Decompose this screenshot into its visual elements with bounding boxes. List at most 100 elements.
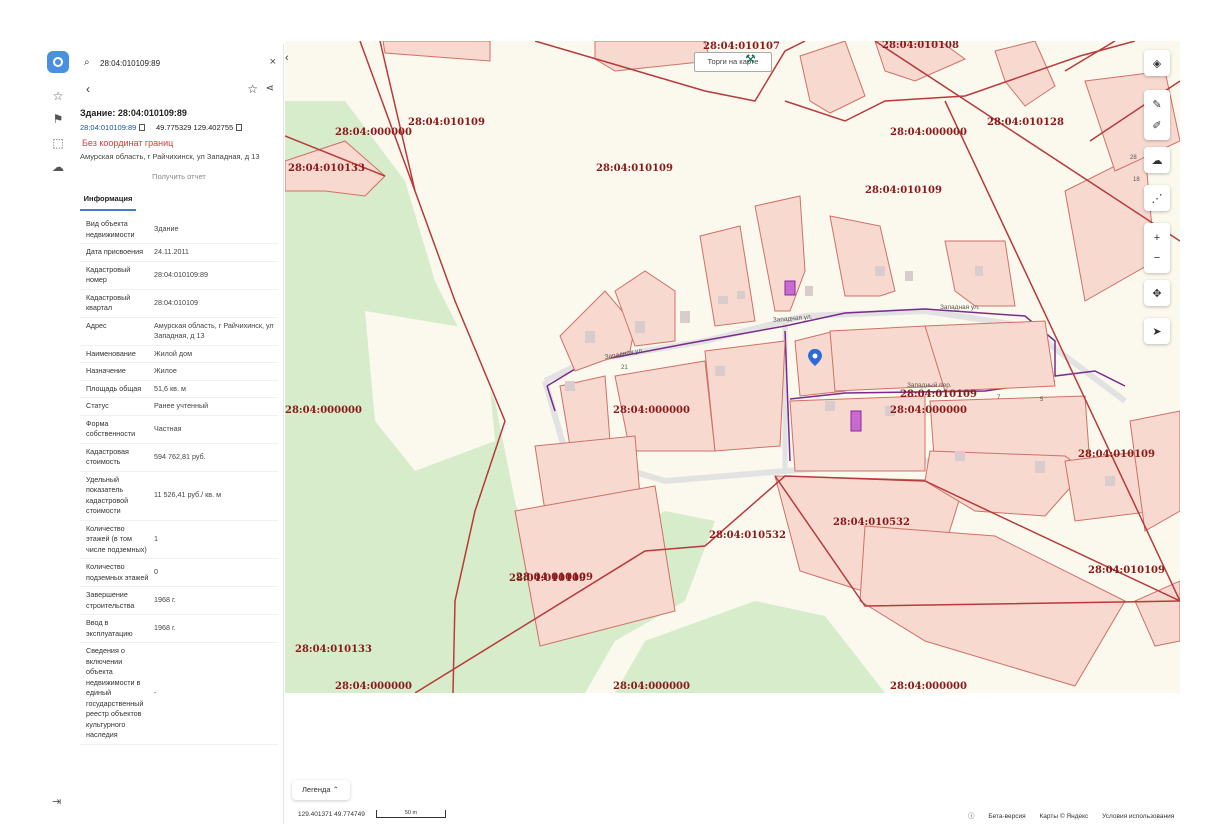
- maps-credit[interactable]: Карты © Яндекс: [1039, 813, 1088, 820]
- property-row: Сведения о включении объекта недвижимост…: [80, 643, 278, 745]
- search-value: 28:04:010109:89: [100, 59, 161, 68]
- flag-icon[interactable]: ⚑: [50, 111, 66, 127]
- property-row: Адрес Амурская область, г Райчихинск, ул …: [80, 318, 278, 346]
- property-key: Удельный показатель кадастровой стоимост…: [86, 474, 129, 516]
- property-key: Количество этажей (в том числе подземных…: [86, 523, 147, 554]
- property-value: 594 762,81 руб.: [154, 451, 206, 461]
- street-label: Западная ул.: [773, 314, 813, 324]
- property-value: Здание: [154, 224, 179, 234]
- back-icon[interactable]: ‹: [86, 82, 90, 96]
- property-row: Площадь общая 51,6 кв. м: [80, 381, 278, 398]
- scale-bar: 50 m: [376, 810, 446, 818]
- property-key: Вид объекта недвижимости: [86, 219, 135, 239]
- select-area-icon[interactable]: ⬚: [50, 135, 66, 151]
- property-row: Количество этажей (в том числе подземных…: [80, 521, 278, 559]
- panel-header: ‹ ☆ ⋖: [82, 82, 276, 98]
- cadastral-number-label: 28:04:010128: [987, 117, 1064, 128]
- property-value: 1968 г.: [154, 623, 176, 633]
- property-value: -: [154, 688, 157, 697]
- property-value: 28:04:010109:89: [154, 269, 208, 279]
- cadastral-number-label: 28:04:010109: [408, 117, 485, 128]
- house-number: 18: [1133, 177, 1140, 183]
- ruler-icon[interactable]: ✎: [1152, 98, 1161, 111]
- get-report-button[interactable]: Получить отчет: [74, 172, 283, 181]
- property-key: Кадастровый квартал: [86, 292, 131, 313]
- cadastral-number-label: 28:04:010109: [1078, 449, 1155, 460]
- property-row: Удельный показатель кадастровой стоимост…: [80, 472, 278, 521]
- zoom-out-icon[interactable]: −: [1154, 252, 1160, 264]
- zoom-in-icon[interactable]: +: [1154, 232, 1160, 244]
- property-value: 1: [154, 534, 158, 543]
- copy-icon[interactable]: [139, 124, 146, 131]
- property-key: Форма собственности: [86, 418, 136, 439]
- cadastral-number-label: 28:04:010109: [865, 185, 942, 196]
- building-marker[interactable]: [850, 410, 862, 432]
- cadastral-number-label: 28:04:000000: [285, 405, 362, 416]
- property-key: Завершение строительства: [86, 590, 135, 610]
- terms-link[interactable]: Условия использования: [1102, 813, 1174, 820]
- collapse-panel-icon[interactable]: ‹: [285, 52, 295, 68]
- object-ids: 28:04:010109:89 49.775329 129.402755: [80, 123, 243, 132]
- layers-icon[interactable]: ◈: [1144, 50, 1170, 76]
- cloud-icon[interactable]: ☁: [50, 159, 66, 175]
- copy-coords-icon[interactable]: [236, 124, 243, 131]
- property-value: Частная: [154, 423, 182, 433]
- app-logo[interactable]: [47, 51, 69, 73]
- legend-button[interactable]: Легенда ⌃: [292, 780, 350, 800]
- property-row: Кадастровый квартал 28:04:010109: [80, 290, 278, 318]
- property-row: Количество подземных этажей 0: [80, 559, 278, 587]
- cadastral-number-label: 28:04:010107: [703, 41, 780, 52]
- cursor-coordinates: 129.401371 49.774749: [298, 811, 365, 818]
- cadastral-number-label: 28:04:010532: [833, 517, 910, 528]
- tab-information[interactable]: Информация: [80, 194, 136, 211]
- logout-icon[interactable]: ⇥: [52, 795, 61, 808]
- object-address: Амурская область, г Райчихинск, ул Запад…: [80, 152, 260, 161]
- locate-icon[interactable]: ➤: [1144, 318, 1170, 344]
- property-value: Амурская область, г Райчихинск, ул Запад…: [154, 320, 274, 341]
- street-label: Западный пер.: [907, 381, 952, 389]
- cadastral-number-label: 28:04:010109: [900, 389, 977, 400]
- property-row: Завершение строительства 1968 г.: [80, 587, 278, 615]
- cadastral-number-label: 28:04:000000: [613, 405, 690, 416]
- footer-links: ⓘ Бета-версия Карты © Яндекс Условия исп…: [968, 810, 1174, 820]
- move-icon[interactable]: ✥: [1144, 280, 1170, 306]
- cadastral-number-label: 28:04:010532: [709, 530, 786, 541]
- property-row: Кадастровый номер 28:04:010109:89: [80, 262, 278, 290]
- building-marker[interactable]: [784, 280, 796, 296]
- property-value: 1968 г.: [154, 595, 176, 605]
- property-key: Дата присвоения: [86, 247, 144, 256]
- search-input[interactable]: ⌕ 28:04:010109:89 ×: [82, 55, 276, 71]
- cadastral-map[interactable]: 28:04:010107 28:04:010108 28:04:010109 28:0…: [285, 41, 1180, 693]
- info-panel: ⌕ 28:04:010109:89 × ‹ ☆ ⋖ Здание: 28:04:…: [74, 44, 284, 824]
- property-key: Кадастровый номер: [86, 264, 131, 285]
- upload-icon[interactable]: ☁: [1144, 147, 1170, 173]
- favorite-icon[interactable]: ☆: [247, 82, 258, 96]
- property-row: Вид объекта недвижимости Здание: [80, 216, 278, 244]
- cadastral-number-label: 28:04:010133: [288, 163, 365, 174]
- property-key: Ввод в эксплуатацию: [86, 618, 133, 638]
- property-row: Кадастровая стоимость 594 762,81 руб.: [80, 444, 278, 472]
- object-title: Здание: 28:04:010109:89: [80, 108, 187, 118]
- no-boundaries-warning: Без координат границ: [82, 138, 174, 148]
- left-rail: ☆ ⚑ ⬚ ☁: [44, 44, 72, 824]
- cadastral-number-label: 28:04:010109: [596, 163, 673, 174]
- cadastral-number-label: 28:04:000000: [890, 127, 967, 138]
- star-icon[interactable]: ☆: [50, 88, 66, 104]
- auction-map-button[interactable]: Торги на карте ⚒: [694, 52, 772, 72]
- draw-tools: ✎ ✐: [1144, 90, 1170, 140]
- info-icon[interactable]: ⓘ: [968, 813, 975, 820]
- property-value: 24.11.2011: [154, 247, 189, 256]
- cadastral-link[interactable]: 28:04:010109:89: [80, 123, 136, 132]
- share-icon[interactable]: ⋖: [266, 83, 274, 94]
- property-value: 51,6 кв. м: [154, 383, 186, 393]
- cadastral-number-label: 28:04:010108: [882, 41, 959, 51]
- street-label: Западная ул.: [940, 304, 980, 311]
- map-view[interactable]: 28:04:010107 28:04:010108 28:04:010109 28:0…: [285, 41, 1180, 693]
- cadastral-number-label: 28:04:000000: [890, 405, 967, 416]
- cadastral-number-label: 28:04:010109: [516, 572, 593, 583]
- property-key: Количество подземных этажей: [86, 562, 149, 582]
- close-icon[interactable]: ×: [270, 56, 276, 68]
- edit-icon[interactable]: ✐: [1152, 119, 1161, 132]
- coordinates-text: 49.775329 129.402755: [156, 123, 234, 132]
- share-nodes-icon[interactable]: ⋰: [1144, 185, 1170, 211]
